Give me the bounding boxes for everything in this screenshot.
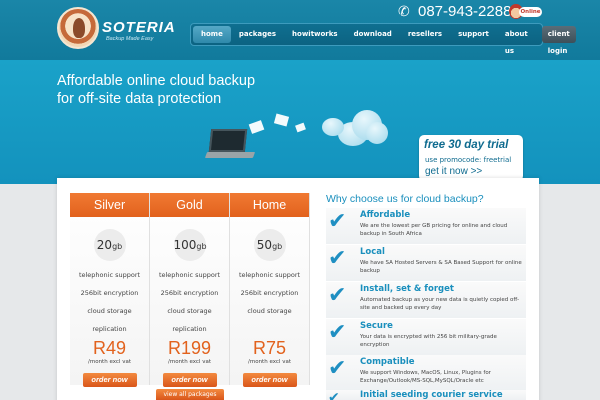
feature-title: Install, set & forget	[360, 284, 454, 294]
feature-affordable: ✔ Affordable We are the lowest per GB pr…	[326, 208, 526, 244]
free-trial-box[interactable]: free 30 day trial use promocode: freetri…	[419, 135, 523, 181]
package-support: telephonic support	[78, 271, 141, 279]
feature-title: Local	[360, 247, 385, 257]
package-price-note: /month excl vat	[88, 359, 131, 365]
hero-headline: Affordable online cloud backup for off-s…	[57, 72, 255, 108]
package-encryption: 256bit encryption	[80, 289, 139, 297]
trial-get-it-now-link[interactable]: get it now >>	[425, 166, 482, 177]
laptop-screen	[208, 129, 248, 152]
paper-icon	[295, 122, 306, 133]
nav-download[interactable]: download	[346, 26, 400, 43]
package-price: R75	[252, 338, 287, 358]
checkmark-icon: ✔	[328, 283, 347, 308]
small-cloud-icon	[322, 118, 344, 136]
nav-support[interactable]: support	[450, 26, 497, 43]
feature-title: Compatible	[360, 357, 415, 367]
package-encryption: 256bit encryption	[240, 289, 299, 297]
package-silver: Silver 20gb telephonic support 256bit en…	[70, 193, 150, 387]
package-size: 50gb	[253, 229, 286, 261]
client-login-button[interactable]: client login	[541, 26, 576, 55]
package-size: 100gb	[173, 229, 207, 261]
online-label: Online	[519, 7, 542, 17]
site-header: SOTERIA Backup Made Easy ✆ 087-943-2288 …	[0, 0, 600, 60]
package-support: telephonic support	[158, 271, 221, 279]
checkmark-icon: ✔	[328, 246, 347, 271]
phone-number: 087-943-2288	[418, 3, 512, 20]
package-replication	[230, 325, 309, 333]
main-nav: home packages howitworks download resell…	[190, 23, 576, 55]
order-now-button[interactable]: order now	[82, 373, 137, 387]
online-support-button[interactable]: Online	[509, 4, 542, 19]
package-gold: Gold 100gb telephonic support 256bit enc…	[150, 193, 230, 387]
feature-title: Secure	[360, 321, 393, 331]
order-now-button[interactable]: order now	[242, 373, 297, 387]
hero-headline-line-2: for off-site data protection	[57, 91, 222, 107]
package-price: R49	[92, 338, 127, 358]
package-replication: replication	[172, 325, 207, 333]
package-replication: replication	[92, 325, 127, 333]
feature-title: Affordable	[360, 210, 411, 220]
logo-face	[73, 18, 85, 38]
order-now-button[interactable]: order now	[162, 373, 217, 387]
package-size: 20gb	[93, 229, 126, 261]
package-price-note: /month excl vat	[168, 359, 211, 365]
feature-description: We support Windows, MacOS, Linux, Plugin…	[360, 370, 491, 384]
feature-initial-seeding: ✔ Initial seeding courier service	[326, 390, 526, 400]
feature-description: We are the lowest per GB pricing for onl…	[360, 223, 508, 237]
trial-promocode: use promocode: freetrial	[425, 156, 512, 164]
package-size-unit: gb	[196, 242, 207, 251]
feature-description: Your data is encrypted with 256 bit mili…	[360, 334, 497, 348]
brand-name[interactable]: SOTERIA	[102, 19, 176, 36]
checkmark-icon: ✔	[328, 356, 347, 381]
phone-icon: ✆	[398, 4, 410, 20]
view-all-packages-button[interactable]: view all packages	[156, 389, 224, 400]
package-storage: cloud storage	[167, 307, 212, 315]
hero-banner: Affordable online cloud backup for off-s…	[0, 60, 600, 184]
package-price-note: /month excl vat	[248, 359, 291, 365]
cloud-icon	[338, 110, 388, 146]
trial-title: free 30 day trial	[424, 139, 509, 151]
brand-tagline: Backup Made Easy	[106, 36, 154, 42]
package-encryption: 256bit encryption	[160, 289, 219, 297]
package-home: Home 50gb telephonic support 256bit encr…	[230, 193, 310, 387]
feature-secure: ✔ Secure Your data is encrypted with 256…	[326, 319, 526, 355]
cloud-part	[366, 122, 388, 144]
nav-about-us[interactable]: about us	[497, 26, 536, 55]
paper-icon	[248, 120, 265, 134]
package-name: Silver	[70, 193, 149, 217]
checkmark-icon: ✔	[328, 320, 347, 345]
feature-title: Initial seeding courier service	[360, 390, 503, 400]
logo-icon[interactable]	[57, 7, 99, 49]
nav-packages[interactable]: packages	[231, 26, 284, 43]
package-storage: cloud storage	[247, 307, 292, 315]
checkmark-icon: ✔	[328, 390, 340, 400]
feature-description: Automated backup as your new data is qui…	[360, 297, 520, 311]
package-size-unit: gb	[272, 242, 283, 251]
package-name: Home	[230, 193, 309, 217]
feature-description: We have SA Hosted Servers & SA Based Sup…	[360, 260, 522, 274]
package-storage: cloud storage	[87, 307, 132, 315]
package-size-unit: gb	[112, 242, 123, 251]
package-size-value: 100	[173, 238, 197, 252]
package-size-value: 20	[96, 238, 113, 252]
nav-home[interactable]: home	[193, 26, 231, 43]
laptop-icon	[204, 129, 256, 159]
feature-local: ✔ Local We have SA Hosted Servers & SA B…	[326, 245, 526, 281]
package-support: telephonic support	[238, 271, 301, 279]
laptop-base	[204, 152, 256, 158]
feature-install-set-forget: ✔ Install, set & forget Automated backup…	[326, 282, 526, 318]
checkmark-icon: ✔	[328, 209, 347, 234]
package-name: Gold	[150, 193, 229, 217]
nav-howitworks[interactable]: howitworks	[284, 26, 346, 43]
package-price: R199	[167, 338, 212, 358]
nav-resellers[interactable]: resellers	[400, 26, 450, 43]
package-size-value: 50	[256, 238, 273, 252]
why-choose-title: Why choose us for cloud backup?	[326, 193, 484, 205]
hero-headline-line-1: Affordable online cloud backup	[57, 73, 256, 89]
feature-compatible: ✔ Compatible We support Windows, MacOS, …	[326, 355, 526, 391]
paper-icon	[273, 113, 290, 127]
